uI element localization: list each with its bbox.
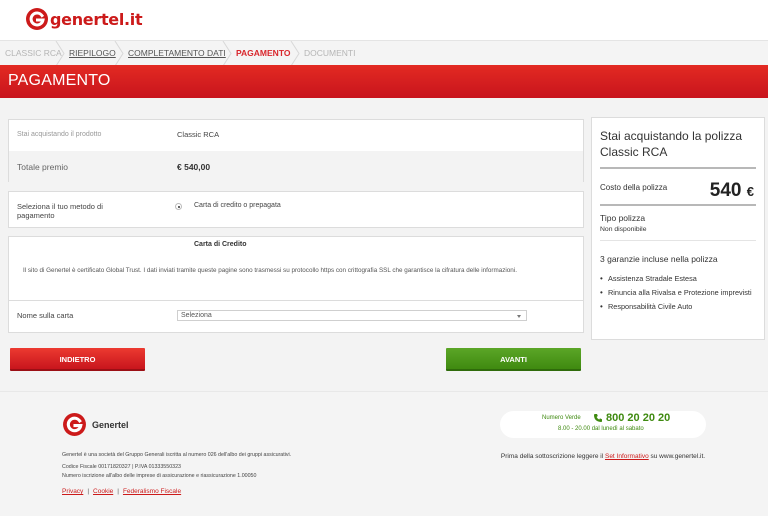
price-currency: €: [746, 184, 754, 199]
guarantees-list: Assistenza Stradale Estesa Rinuncia alla…: [600, 273, 760, 315]
divider: [600, 204, 756, 206]
policy-summary-panel: Stai acquistando la polizza Classic RCA …: [591, 117, 765, 340]
product-value: Classic RCA: [177, 130, 220, 139]
guarantee-item: Assistenza Stradale Estesa: [600, 273, 760, 284]
next-button[interactable]: AVANTI: [446, 348, 581, 371]
cookie-link[interactable]: Cookie: [93, 488, 113, 495]
total-label: Totale premio: [17, 162, 69, 172]
phone-icon: [594, 414, 602, 422]
header: genertel.it: [0, 0, 768, 40]
phone-hours: 8.00 - 20.00 dal lunedì al sabato: [558, 426, 644, 432]
product-label: Stai acquistando il prodotto: [17, 131, 102, 138]
guarantee-item: Rinuncia alla Rivalsa e Protezione impre…: [600, 287, 760, 298]
total-row: Totale premio € 540,00: [9, 151, 583, 182]
privacy-link[interactable]: Privacy: [62, 488, 83, 495]
breadcrumb: CLASSIC RCA RIEPILOGO COMPLETAMENTO DATI…: [0, 40, 768, 66]
card-name-label: Nome sulla carta: [17, 311, 74, 320]
footer: Genertel Genertel è una società del Grup…: [0, 391, 768, 516]
chevron-right-icon: [114, 41, 124, 66]
footer-brand-name: Genertel: [92, 419, 129, 430]
price-value: 540: [709, 180, 742, 201]
contact-pill: Numero Verde 800 20 20 20 8.00 - 20.00 d…: [500, 411, 706, 438]
chevron-down-icon: [517, 315, 521, 318]
info-note: Prima della sottoscrizione leggere il Se…: [500, 452, 706, 461]
panel-title: Stai acquistando la polizza Classic RCA: [600, 129, 743, 159]
security-note: Il sito di Genertel è certificato Global…: [23, 267, 517, 274]
chevron-right-icon: [55, 41, 65, 66]
policy-type-label: Tipo polizza: [600, 213, 646, 223]
back-button[interactable]: INDIETRO: [10, 348, 145, 371]
set-informativo-link[interactable]: Set Informativo: [605, 453, 649, 460]
crumb-riepilogo[interactable]: RIEPILOGO: [69, 41, 116, 66]
footer-tax-info: Codice Fiscale 00171820327 | P.IVA 01333…: [62, 464, 181, 470]
crumb-pagamento: PAGAMENTO: [236, 48, 291, 58]
phone-number[interactable]: 800 20 20 20: [606, 412, 670, 424]
payment-method-box: Seleziona il tuo metodo di pagamento Car…: [8, 191, 584, 228]
card-name-select-value: Seleziona: [181, 312, 212, 319]
divider: [9, 300, 583, 301]
payment-method-label: Seleziona il tuo metodo di pagamento: [17, 202, 103, 220]
guarantee-item: Responsabilità Civile Auto: [600, 301, 760, 312]
card-title: Carta di Credito: [194, 241, 247, 248]
total-value: € 540,00: [177, 162, 211, 172]
genertel-logo-icon: [26, 8, 48, 30]
divider: [600, 167, 756, 169]
policy-price: 540 €: [710, 180, 754, 202]
footer-register-info: Numero iscrizione all'albo delle imprese…: [62, 473, 257, 479]
payment-option-label[interactable]: Carta di credito o prepagata: [194, 202, 281, 209]
chevron-right-icon: [290, 41, 300, 66]
summary-box: Stai acquistando il prodotto Classic RCA…: [8, 119, 584, 182]
policy-type-value: Non disponibile: [600, 226, 647, 233]
card-box: Carta di Credito Il sito di Genertel è c…: [8, 236, 584, 333]
page-title: PAGAMENTO: [8, 72, 111, 89]
info-text-after: su www.genertel.it.: [650, 453, 706, 460]
crumb-documenti: DOCUMENTI: [304, 48, 356, 58]
info-text-before: Prima della sottoscrizione leggere il: [500, 453, 604, 460]
crumb-completamento-dati[interactable]: COMPLETAMENTO DATI: [128, 41, 226, 66]
footer-company-info: Genertel è una società del Gruppo Genera…: [62, 452, 292, 458]
divider: [600, 240, 756, 241]
numero-verde-label: Numero Verde: [542, 415, 581, 421]
crumb-classic-rca: CLASSIC RCA: [5, 48, 62, 58]
brand-name: genertel.it: [50, 9, 143, 29]
footer-links: Privacy | Cookie | Federalismo Fiscale: [62, 488, 182, 495]
cost-label: Costo della polizza: [600, 183, 668, 192]
payment-radio[interactable]: [175, 203, 182, 210]
genertel-logo-icon: [63, 413, 86, 436]
chevron-right-icon: [222, 41, 232, 66]
federalismo-fiscale-link[interactable]: Federalismo Fiscale: [123, 488, 181, 495]
brand-logo[interactable]: genertel.it: [25, 7, 143, 31]
card-name-select[interactable]: Seleziona: [177, 310, 527, 321]
footer-logo: Genertel: [62, 412, 129, 437]
page-title-band: PAGAMENTO: [0, 65, 768, 98]
guarantees-title: 3 garanzie incluse nella polizza: [600, 254, 718, 264]
